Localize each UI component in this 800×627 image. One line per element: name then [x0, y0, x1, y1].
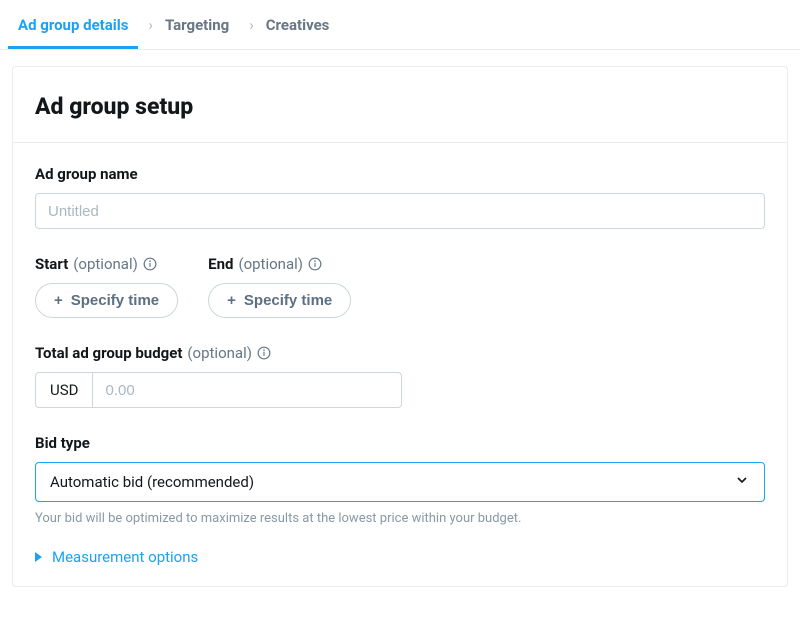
measurement-options-label: Measurement options [52, 548, 198, 566]
button-label: Specify time [244, 292, 332, 309]
bid-type-helper-text: Your bid will be optimized to maximize r… [35, 511, 765, 526]
bid-type-label: Bid type [35, 434, 765, 452]
end-specify-time-button[interactable]: + Specify time [208, 283, 351, 318]
optional-text: (optional) [73, 255, 138, 273]
start-label: Start (optional) [35, 255, 178, 273]
chevron-right-icon: › [148, 16, 153, 34]
end-section: End (optional) + Specify time [208, 255, 351, 318]
budget-amount-input[interactable] [92, 372, 402, 408]
optional-text: (optional) [187, 344, 252, 362]
budget-section: Total ad group budget (optional) USD [35, 344, 765, 408]
optional-text: (optional) [238, 255, 303, 273]
panel-body: Ad group name Start (optional) + Specify… [13, 143, 787, 566]
ad-group-name-section: Ad group name [35, 165, 765, 229]
label-text: Ad group name [35, 165, 138, 183]
budget-label: Total ad group budget (optional) [35, 344, 765, 362]
plus-icon: + [54, 293, 63, 308]
measurement-options-toggle[interactable]: Measurement options [35, 548, 765, 566]
tab-ad-group-details[interactable]: Ad group details [14, 2, 132, 48]
tab-targeting[interactable]: Targeting [161, 2, 233, 48]
label-text: Total ad group budget [35, 344, 182, 362]
label-text: End [208, 255, 233, 273]
ad-group-name-label: Ad group name [35, 165, 765, 183]
panel-header: Ad group setup [13, 67, 787, 143]
start-specify-time-button[interactable]: + Specify time [35, 283, 178, 318]
triangle-right-icon [35, 552, 42, 562]
end-label: End (optional) [208, 255, 351, 273]
page-title: Ad group setup [35, 93, 765, 120]
info-icon[interactable] [143, 257, 158, 272]
plus-icon: + [227, 293, 236, 308]
tab-creatives[interactable]: Creatives [262, 2, 334, 48]
schedule-row: Start (optional) + Specify time End (opt… [35, 255, 765, 318]
bid-type-section: Bid type Automatic bid (recommended) You… [35, 434, 765, 526]
bid-type-select[interactable]: Automatic bid (recommended) [35, 462, 765, 502]
ad-group-setup-panel: Ad group setup Ad group name Start (opti… [12, 66, 788, 587]
ad-group-name-input[interactable] [35, 193, 765, 229]
button-label: Specify time [71, 292, 159, 309]
label-text: Bid type [35, 434, 90, 452]
label-text: Start [35, 255, 68, 273]
budget-currency-label: USD [35, 372, 92, 408]
info-icon[interactable] [257, 346, 272, 361]
chevron-right-icon: › [249, 16, 254, 34]
info-icon[interactable] [308, 257, 323, 272]
budget-input-group: USD [35, 372, 765, 408]
bid-type-selected-value: Automatic bid (recommended) [50, 473, 254, 491]
start-section: Start (optional) + Specify time [35, 255, 178, 318]
chevron-down-icon [734, 472, 750, 492]
breadcrumb-tabs: Ad group details › Targeting › Creatives [0, 0, 800, 50]
